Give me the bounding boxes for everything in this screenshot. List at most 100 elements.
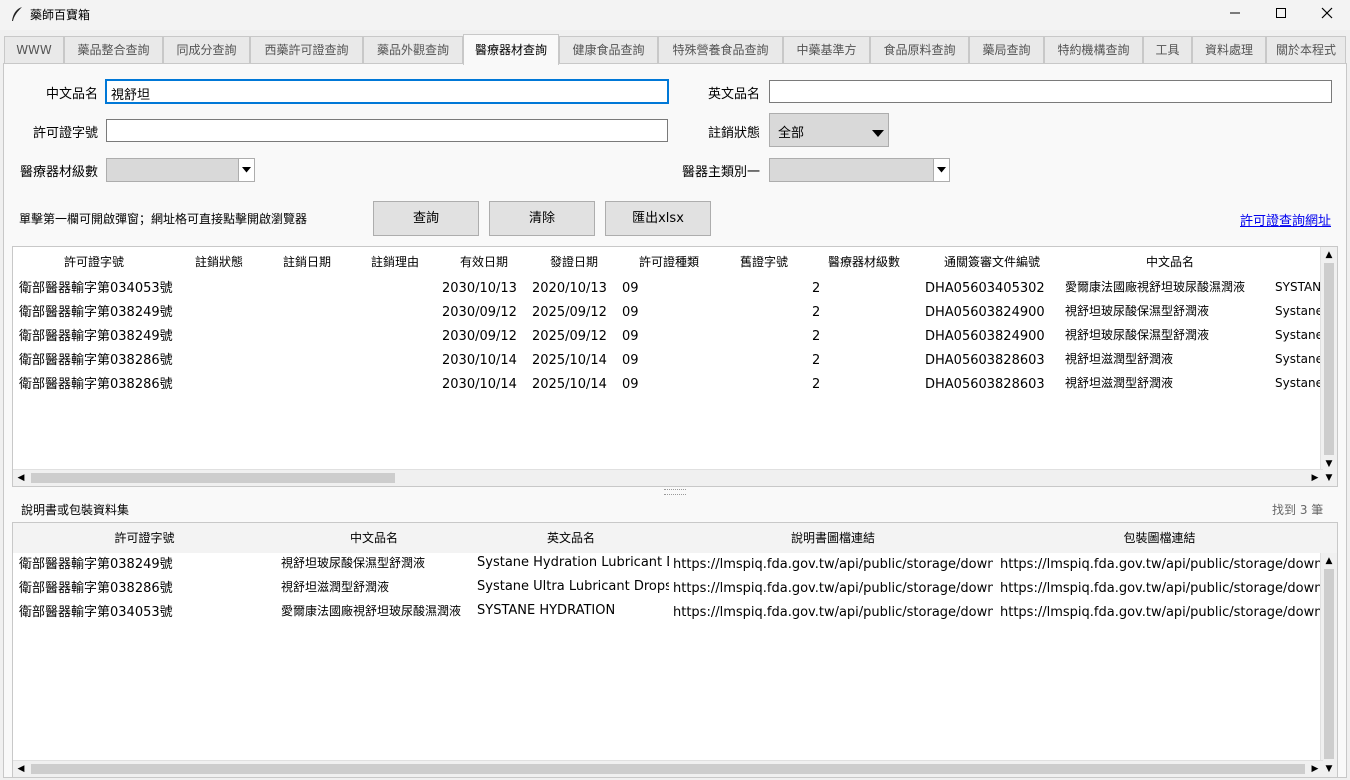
table-row[interactable]: 衛部醫器輸字第038249號 2030/09/12 2025/09/12 09 … [13,325,1337,349]
package-link-cell[interactable]: https://lmspiq.fda.gov.tw/api/public/sto… [1000,553,1320,577]
leaflet-link-cell[interactable]: https://lmspiq.fda.gov.tw/api/public/sto… [673,601,993,625]
license-no-cell[interactable]: 衛部醫器輸字第038249號 [19,325,175,349]
package-link-cell[interactable]: https://lmspiq.fda.gov.tw/api/public/sto… [1000,601,1320,625]
license-no-cell[interactable]: 衛部醫器輸字第038286號 [19,349,175,373]
docs-horizontal-scrollbar[interactable]: ◀ ▶ [13,760,1323,777]
license-no-cell[interactable]: 衛部醫器輸字第038286號 [19,577,276,601]
scroll-thumb[interactable] [31,764,1305,774]
tab-www[interactable]: WWW [4,36,64,63]
table-row[interactable]: 衛部醫器輸字第034053號 2030/10/13 2020/10/13 09 … [13,277,1337,301]
cn-name-cell: 視舒坦滋潤型舒潤液 [1065,352,1174,366]
scroll-thumb[interactable] [31,473,395,483]
tab-drug-integrated[interactable]: 藥品整合查詢 [64,36,163,63]
column-header[interactable]: 醫療器材級數 [809,247,919,277]
clear-button[interactable]: 清除 [489,201,595,236]
leaflet-link-cell[interactable]: https://lmspiq.fda.gov.tw/api/public/sto… [673,553,993,577]
query-button[interactable]: 查詢 [373,201,479,236]
docs-vertical-scrollbar[interactable]: ▲ ▼ [1320,553,1337,777]
expiry-date-cell: 2030/10/14 [442,353,517,368]
column-header[interactable]: 舊證字號 [719,247,809,277]
scroll-up-icon[interactable]: ▲ [1322,248,1336,262]
table-row[interactable]: 衛部醫器輸字第038249號 2030/09/12 2025/09/12 09 … [13,301,1337,325]
close-button[interactable] [1304,0,1350,30]
scroll-right-icon[interactable]: ▶ [1308,762,1322,776]
tab-medical-device[interactable]: 醫療器材查詢 [463,34,559,65]
column-header[interactable]: 中文品名 [276,523,472,553]
package-link-cell[interactable]: https://lmspiq.fda.gov.tw/api/public/sto… [1000,577,1320,601]
scroll-right-icon[interactable]: ▶ [1308,471,1322,485]
column-header[interactable]: 中文品名 [1065,247,1275,277]
column-header[interactable]: 英文品名 [472,523,670,553]
scroll-thumb[interactable] [1324,569,1334,759]
scroll-left-icon[interactable]: ◀ [14,471,28,485]
en-name-input[interactable] [769,80,1332,103]
table-row[interactable]: 衛部醫器輸字第038286號 視舒坦滋潤型舒潤液 Systane Ultra L… [13,577,1337,601]
en-name-cell: Systane [1275,304,1323,318]
license-no-cell[interactable]: 衛部醫器輸字第034053號 [19,277,175,301]
en-name-cell: Systane [1275,328,1323,342]
license-query-link[interactable]: 許可證查詢網址 [1240,210,1331,229]
table-row[interactable]: 衛部醫器輸字第038286號 2030/10/14 2025/10/14 09 … [13,373,1337,397]
column-header[interactable]: 許可證字號 [13,523,276,553]
column-header[interactable]: 註銷理由 [351,247,439,277]
scroll-down-icon[interactable]: ▼ [1322,457,1336,471]
scroll-up-icon[interactable]: ▲ [1322,554,1336,568]
tab-health-food[interactable]: 健康食品查詢 [559,36,658,63]
cancel-reason-cell [351,301,439,325]
cn-name-input[interactable]: 視舒坦 [105,79,669,104]
leaflet-link-cell[interactable]: https://lmspiq.fda.gov.tw/api/public/sto… [673,577,993,601]
customs-doc-cell: DHA05603828603 [925,353,1045,368]
tab-tools[interactable]: 工具 [1143,36,1192,63]
tab-drug-appearance[interactable]: 藥品外觀查詢 [363,36,463,63]
scroll-thumb[interactable] [1324,263,1334,455]
license-input[interactable] [106,119,668,142]
cn-name-label: 中文品名 [45,87,98,102]
status-select[interactable]: 全部 [769,113,889,147]
maximize-button[interactable] [1258,0,1304,30]
tab-data-processing[interactable]: 資料處理 [1192,36,1266,63]
table-row[interactable]: 衛部醫器輸字第038286號 2030/10/14 2025/10/14 09 … [13,349,1337,373]
tab-western-license[interactable]: 西藥許可證查詢 [250,36,363,63]
scroll-left-icon[interactable]: ◀ [14,762,28,776]
maximize-icon [1275,7,1287,23]
issue-date-cell: 2025/09/12 [532,305,607,320]
category-select[interactable] [769,158,950,182]
license-no-cell[interactable]: 衛部醫器輸字第038249號 [19,301,175,325]
column-header[interactable] [1275,247,1323,277]
scroll-down-icon[interactable]: ▼ [1322,471,1336,485]
feather-icon [10,6,24,22]
license-no-cell[interactable]: 衛部醫器輸字第038249號 [19,553,276,577]
column-header[interactable]: 說明書圖檔連結 [670,523,996,553]
column-header[interactable]: 發證日期 [529,247,619,277]
column-header[interactable]: 許可證種類 [619,247,719,277]
table-row[interactable]: 衛部醫器輸字第038249號 視舒坦玻尿酸保濕型舒潤液 Systane Hydr… [13,553,1337,577]
column-header[interactable]: 註銷日期 [263,247,351,277]
results-horizontal-scrollbar[interactable]: ◀ ▶ [13,469,1323,486]
results-vertical-scrollbar[interactable]: ▲ ▼ [1320,247,1337,472]
tab-about[interactable]: 關於本程式 [1266,36,1346,63]
scroll-down-icon[interactable]: ▼ [1322,762,1336,776]
tab-pharmacy[interactable]: 藥局查詢 [969,36,1044,63]
license-type-cell: 09 [622,281,639,296]
class-select[interactable] [106,158,255,182]
column-header[interactable]: 許可證字號 [13,247,175,277]
cancel-status-cell [175,373,263,397]
pane-splitter[interactable] [664,489,686,495]
table-row[interactable]: 衛部醫器輸字第034053號 愛爾康法國廠視舒坦玻尿酸濕潤液 SYSTANE H… [13,601,1337,625]
tab-same-ingredient[interactable]: 同成分查詢 [163,36,250,63]
export-xlsx-button[interactable]: 匯出xlsx [605,201,711,236]
device-class-cell: 2 [812,353,821,368]
tab-chinese-formula[interactable]: 中藥基準方 [783,36,870,63]
license-type-cell: 09 [622,377,639,392]
tab-food-ingredient[interactable]: 食品原料查詢 [870,36,969,63]
license-no-cell[interactable]: 衛部醫器輸字第034053號 [19,601,276,625]
hint-text: 單擊第一欄可開啟彈窗；網址格可直接點擊開啟瀏覽器 [19,212,308,226]
column-header[interactable]: 有效日期 [439,247,529,277]
license-no-cell[interactable]: 衛部醫器輸字第038286號 [19,373,175,397]
minimize-button[interactable] [1212,0,1258,30]
tab-special-nutrition[interactable]: 特殊營養食品查詢 [658,36,783,63]
column-header[interactable]: 通關簽審文件編號 [919,247,1065,277]
tab-contract-institution[interactable]: 特約機構查詢 [1044,36,1143,63]
column-header[interactable]: 包裝圖檔連結 [996,523,1323,553]
column-header[interactable]: 註銷狀態 [175,247,263,277]
